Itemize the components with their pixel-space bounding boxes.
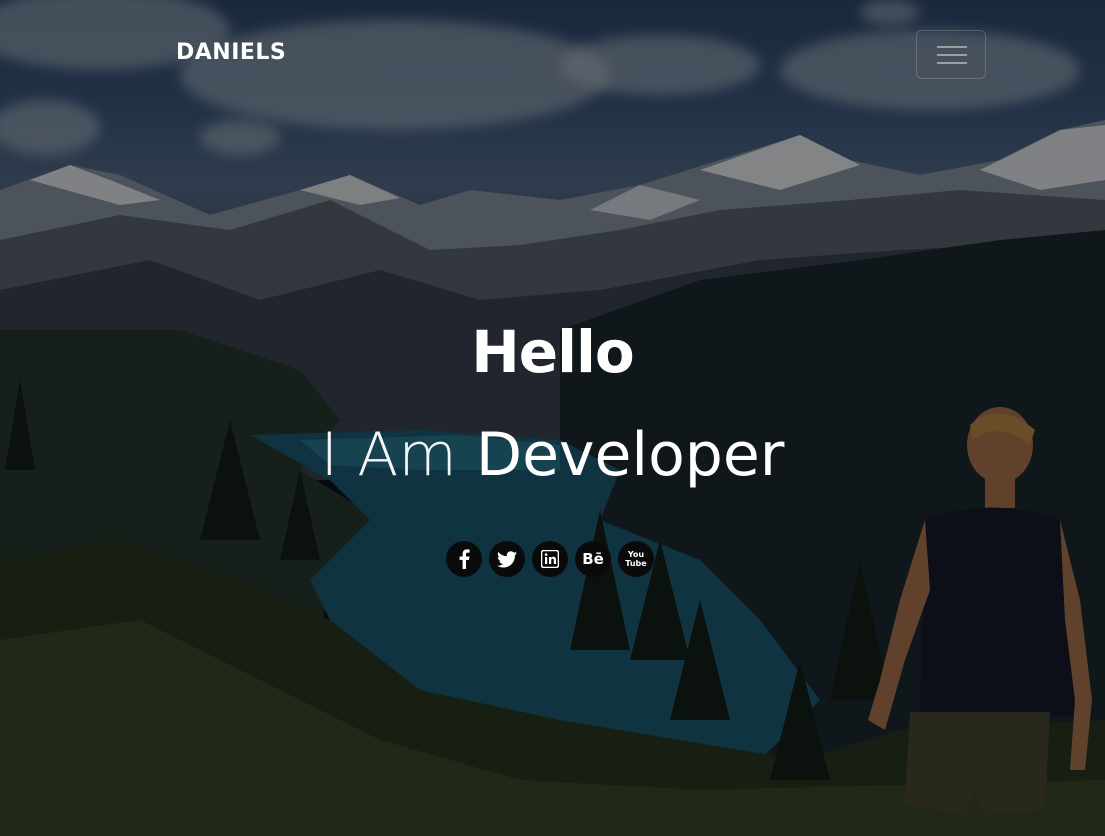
dark-overlay	[0, 0, 1105, 836]
facebook-icon	[459, 549, 470, 569]
twitter-icon	[497, 550, 517, 567]
youtube-link[interactable]: You Tube	[618, 541, 654, 577]
hero-intro: I Am Developer	[0, 420, 1105, 490]
linkedin-link[interactable]	[532, 541, 568, 577]
hero-section	[0, 0, 1105, 836]
menu-toggle-button[interactable]	[916, 30, 986, 79]
behance-icon: Bē	[582, 550, 604, 568]
social-links: Bē You Tube	[446, 541, 654, 577]
brand-logo[interactable]: DANIELS	[176, 40, 286, 65]
hamburger-icon	[937, 46, 967, 48]
hero-greeting: Hello	[471, 318, 635, 386]
youtube-icon: You Tube	[625, 550, 647, 568]
twitter-link[interactable]	[489, 541, 525, 577]
linkedin-icon	[541, 550, 559, 568]
facebook-link[interactable]	[446, 541, 482, 577]
behance-link[interactable]: Bē	[575, 541, 611, 577]
intro-prefix: I Am	[320, 420, 457, 490]
intro-role: Developer	[475, 420, 785, 490]
